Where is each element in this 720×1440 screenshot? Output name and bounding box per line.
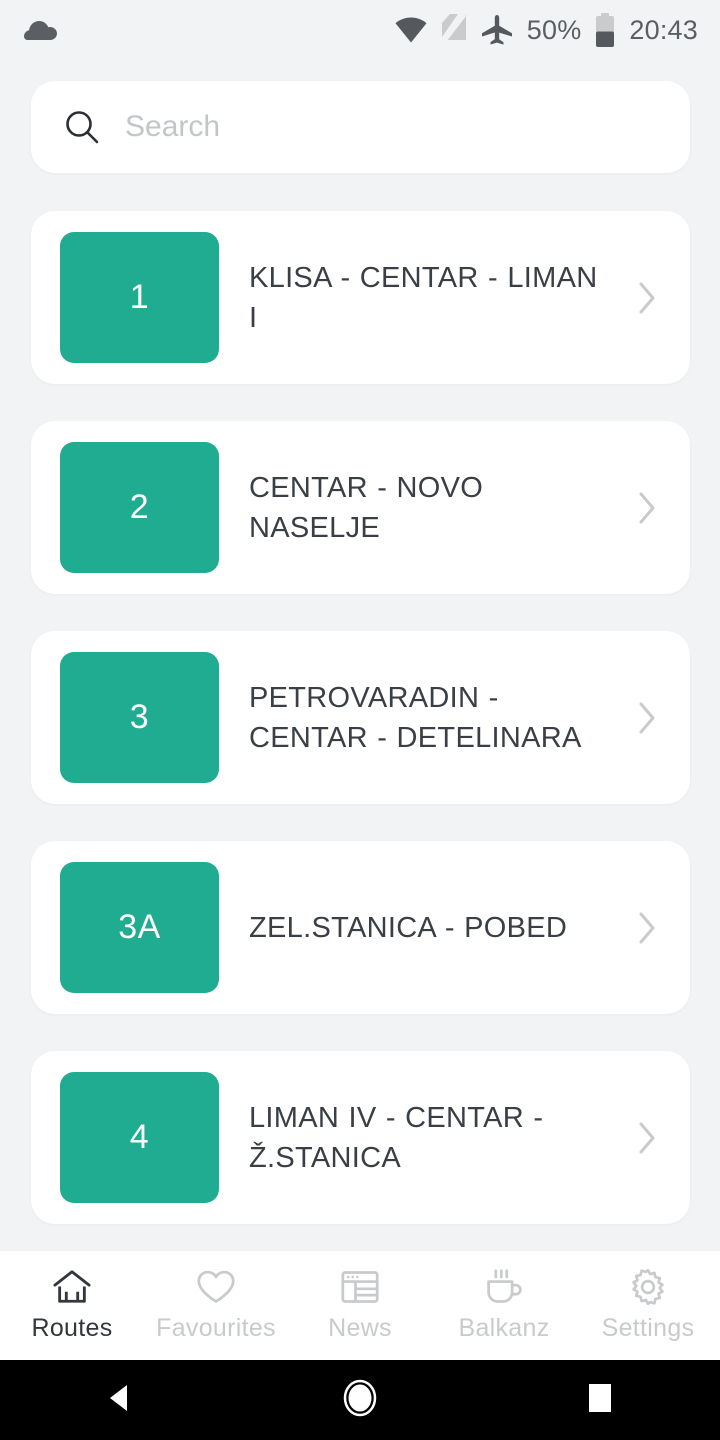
status-bar-left xyxy=(24,18,58,42)
chevron-right-icon[interactable] xyxy=(632,911,662,945)
route-number-badge: 2 xyxy=(60,442,219,573)
app-screen: 50% 20:43 1KLISA - CENTAR - LIMAN xyxy=(0,0,720,1440)
battery-half-icon xyxy=(595,13,615,47)
no-sim-card-icon xyxy=(440,14,467,46)
nav-item-news[interactable]: News xyxy=(288,1251,432,1360)
back-button[interactable] xyxy=(60,1360,180,1440)
gear-icon xyxy=(629,1268,667,1306)
route-card[interactable]: 3 PETROVARADIN - CENTAR - DETELINARA xyxy=(31,631,690,804)
coffee-cup-icon xyxy=(485,1268,523,1306)
nav-item-label: Favourites xyxy=(156,1314,276,1342)
chevron-right-icon[interactable] xyxy=(632,281,662,315)
route-number-badge: 1 xyxy=(60,232,219,363)
wifi-icon xyxy=(395,17,427,43)
route-number-badge: 4 xyxy=(60,1072,219,1203)
recents-square-icon xyxy=(584,1380,616,1421)
route-list: 1 KLISA - CENTAR - LIMAN I 2 CENTAR - NOVO … xyxy=(0,173,720,1224)
heart-icon xyxy=(197,1268,235,1306)
route-card[interactable]: 4 LIMAN IV - CENTAR - Ž.STANICA xyxy=(31,1051,690,1224)
route-number-badge: 3 xyxy=(60,652,219,783)
route-name-label: CENTAR - NOVO NASELJE xyxy=(249,471,484,544)
nav-item-label: Routes xyxy=(31,1314,113,1342)
bottom-navigation: Routes Favourites News Balkanz Settings xyxy=(0,1250,720,1360)
nav-item-favourites[interactable]: Favourites xyxy=(144,1251,288,1360)
route-card[interactable]: 3A ZEL.STANICA - POBED xyxy=(31,841,690,1014)
chevron-right-icon[interactable] xyxy=(632,491,662,525)
nav-item-routes[interactable]: Routes xyxy=(0,1251,144,1360)
route-name-label: LIMAN IV - CENTAR - Ž.STANICA xyxy=(249,1101,544,1174)
home-button[interactable] xyxy=(300,1360,420,1440)
airplane-mode-icon xyxy=(481,15,513,45)
status-bar: 50% 20:43 xyxy=(0,0,720,60)
search-icon xyxy=(65,110,99,144)
search-input[interactable] xyxy=(125,110,656,144)
search-bar[interactable] xyxy=(31,81,690,173)
battery-percent-label: 50% xyxy=(526,14,582,45)
recents-button[interactable] xyxy=(540,1360,660,1440)
nav-item-label: Balkanz xyxy=(458,1314,550,1342)
route-card[interactable]: 1 KLISA - CENTAR - LIMAN I xyxy=(31,211,690,384)
news-icon xyxy=(341,1268,379,1306)
route-number-badge: 3A xyxy=(60,862,219,993)
android-navigation-bar xyxy=(0,1360,720,1440)
cloud-icon xyxy=(24,18,58,42)
nav-item-settings[interactable]: Settings xyxy=(576,1251,720,1360)
chevron-right-icon[interactable] xyxy=(632,701,662,735)
route-card[interactable]: 2 CENTAR - NOVO NASELJE xyxy=(31,421,690,594)
back-triangle-icon xyxy=(103,1381,137,1420)
search-section xyxy=(0,60,720,173)
route-name-label: KLISA - CENTAR - LIMAN I xyxy=(249,261,598,334)
route-name-label: ZEL.STANICA - POBED xyxy=(249,911,568,944)
nav-item-label: News xyxy=(328,1314,392,1342)
clock-label: 20:43 xyxy=(629,14,698,45)
nav-item-balkanz[interactable]: Balkanz xyxy=(432,1251,576,1360)
home-icon xyxy=(53,1268,91,1306)
status-bar-right: 50% 20:43 xyxy=(395,13,698,47)
home-circle-icon xyxy=(340,1378,380,1423)
route-name-label: PETROVARADIN - CENTAR - DETELINARA xyxy=(249,681,582,754)
nav-item-label: Settings xyxy=(601,1314,695,1342)
chevron-right-icon[interactable] xyxy=(632,1121,662,1155)
